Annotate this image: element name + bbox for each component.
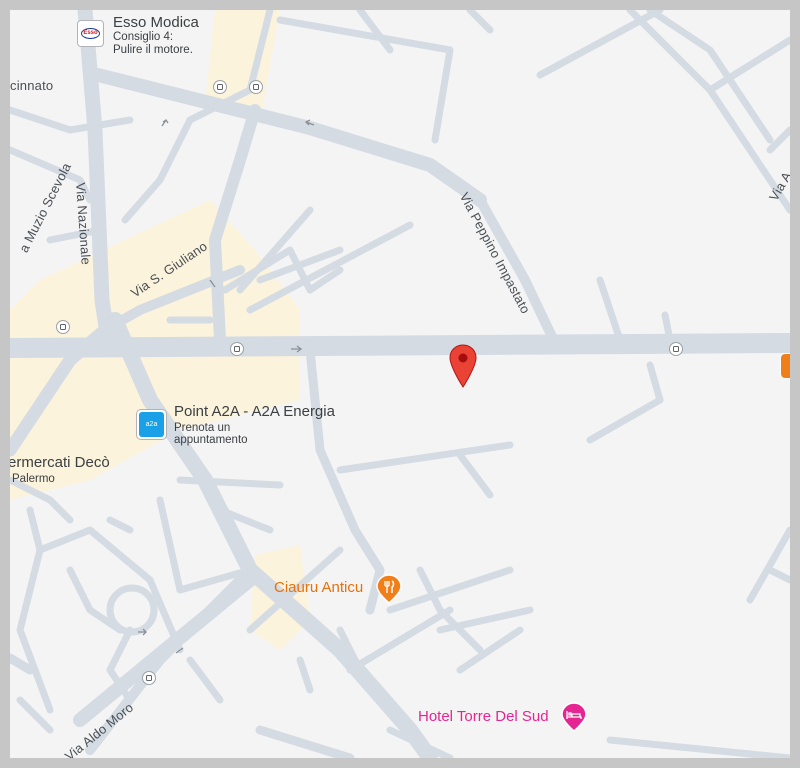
location-pin-icon[interactable] [447, 343, 479, 389]
poi-subtitle: Palermo [12, 473, 55, 485]
esso-logo-text: Esso [81, 28, 100, 39]
bus-stop-icon[interactable] [142, 671, 156, 685]
poi-title: Esso Modica [113, 14, 199, 31]
esso-logo-icon: Esso [77, 20, 104, 47]
bus-stop-icon[interactable] [249, 80, 263, 94]
map-canvas[interactable]: cinnato a Muzio Scevola Via Nazionale Vi… [10, 10, 790, 758]
a2a-logo-icon: a2a [137, 410, 166, 439]
poi-subtitle: Prenota un [174, 422, 231, 434]
bus-stop-icon[interactable] [213, 80, 227, 94]
offscreen-poi-icon[interactable] [780, 353, 790, 379]
poi-subtitle: Consiglio 4: [113, 31, 174, 43]
poi-title: Hotel Torre Del Sud [418, 708, 549, 725]
bus-stop-icon[interactable] [230, 342, 244, 356]
poi-title: ermercati Decò [10, 454, 110, 471]
hotel-icon [561, 702, 587, 732]
poi-subtitle: Pulire il motore. [113, 44, 193, 56]
a2a-logo-text: a2a [139, 412, 164, 437]
landuse-areas [10, 10, 310, 650]
restaurant-icon [376, 574, 402, 604]
map-base-layer [10, 10, 790, 758]
street-label-cinnato: cinnato [10, 78, 54, 93]
bus-stop-icon[interactable] [56, 320, 70, 334]
poi-title: Ciauru Anticu [274, 579, 364, 596]
bus-stop-icon[interactable] [669, 342, 683, 356]
map-frame: cinnato a Muzio Scevola Via Nazionale Vi… [0, 0, 800, 768]
poi-title: Point A2A - A2A Energia [174, 403, 335, 420]
poi-subtitle: appuntamento [174, 434, 248, 446]
